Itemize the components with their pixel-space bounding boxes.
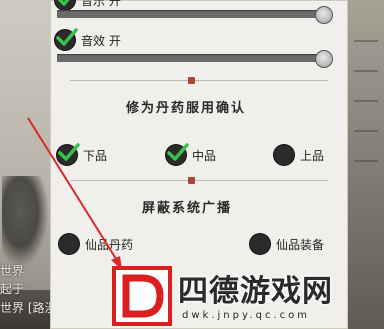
check-icon <box>167 143 189 161</box>
check-icon <box>57 0 70 6</box>
chat-line-1: 世界 <box>0 264 25 278</box>
mid-grade-checkbox[interactable] <box>166 143 189 165</box>
high-grade-label: 上品 <box>300 148 325 163</box>
sfx-volume-knob[interactable] <box>315 50 333 68</box>
music-checkbox[interactable] <box>55 0 75 10</box>
low-grade-label: 下品 <box>83 148 108 163</box>
section-divider <box>70 80 328 81</box>
music-label: 音乐 开 <box>81 0 121 8</box>
broadcast-block-title: 屏蔽系统广播 <box>142 201 233 216</box>
watermark-url: dwk.jnpy.qc.com <box>182 310 311 321</box>
high-grade-checkbox[interactable] <box>274 145 294 165</box>
watermark-logo-icon <box>112 266 172 326</box>
pill-option-low[interactable]: 下品 <box>57 143 108 165</box>
low-grade-checkbox[interactable] <box>57 143 80 165</box>
broadcast-option-pill[interactable]: 仙品丹药 <box>59 234 133 254</box>
watermark-brand: 四德游戏网 <box>178 274 333 309</box>
sfx-checkbox[interactable] <box>55 28 78 50</box>
immortal-pill-label: 仙品丹药 <box>85 237 134 252</box>
watermark: 四德游戏网 dwk.jnpy.qc.com <box>112 266 370 326</box>
sfx-volume-slider[interactable] <box>57 54 327 62</box>
music-toggle-row[interactable]: 音乐 开 <box>55 0 121 10</box>
pill-option-mid[interactable]: 中品 <box>166 143 217 165</box>
music-volume-slider[interactable] <box>57 10 327 18</box>
mid-grade-label: 中品 <box>192 148 217 163</box>
pill-option-high[interactable]: 上品 <box>274 145 324 165</box>
music-volume-knob[interactable] <box>315 6 333 24</box>
check-icon <box>56 28 78 46</box>
seal-ornament <box>188 177 195 184</box>
sfx-label: 音效 开 <box>81 33 121 48</box>
seal-ornament <box>188 77 195 84</box>
immortal-pill-checkbox[interactable] <box>59 234 79 254</box>
immortal-equipment-label: 仙品装备 <box>276 237 325 252</box>
section-divider <box>70 180 328 181</box>
sfx-toggle-row[interactable]: 音效 开 <box>55 28 121 50</box>
check-icon <box>58 143 80 161</box>
background-tree <box>2 176 48 266</box>
broadcast-option-equipment[interactable]: 仙品装备 <box>250 234 324 254</box>
pill-confirm-title: 修为丹药服用确认 <box>126 101 247 116</box>
immortal-equipment-checkbox[interactable] <box>250 234 270 254</box>
chat-line-2: 起于 <box>0 282 25 296</box>
